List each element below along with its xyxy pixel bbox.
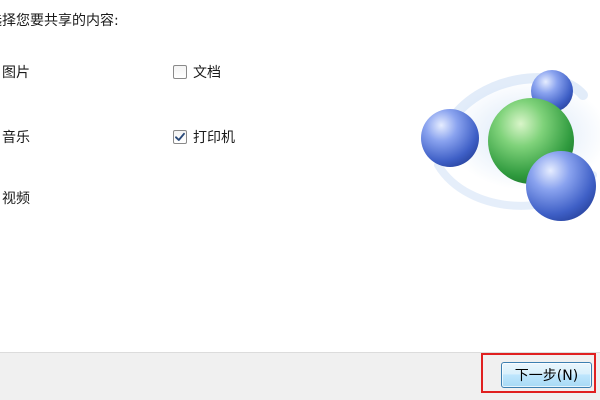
printers-checkbox-label: 打印机 — [193, 130, 235, 146]
printers-checkbox[interactable]: 打印机 — [173, 127, 235, 147]
pictures-label: 图片 — [2, 65, 30, 81]
documents-checkbox[interactable]: 文档 — [173, 62, 221, 82]
share-prompt-text: 选择您要共享的内容: — [0, 13, 119, 29]
checkmark-icon — [175, 132, 185, 141]
next-button[interactable]: 下一步(N) — [501, 362, 592, 388]
music-label: 音乐 — [2, 130, 30, 146]
videos-label: 视频 — [2, 191, 30, 207]
homegroup-spheres-icon — [421, 70, 600, 221]
printers-checkbox-box[interactable] — [173, 130, 187, 144]
documents-checkbox-box[interactable] — [173, 65, 187, 79]
documents-checkbox-label: 文档 — [193, 65, 221, 81]
share-wizard-dialog: 选择您要共享的内容: 图片 音乐 视频 文档 打印机 下一步(N) — [0, 0, 600, 400]
